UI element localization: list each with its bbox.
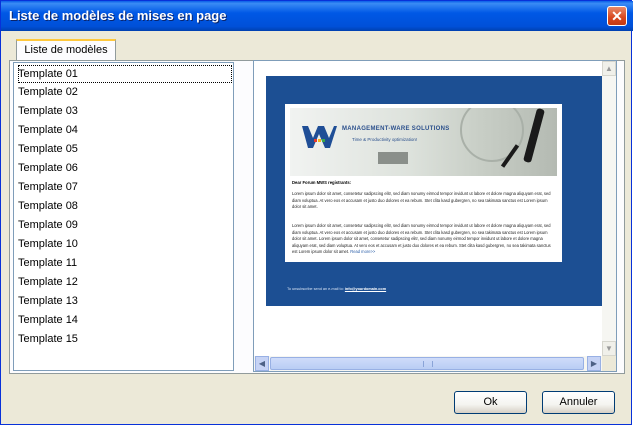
close-button[interactable]: ✕ [607,6,627,26]
list-item[interactable]: Template 10 [18,235,232,253]
arrow-up-icon: ▲ [605,64,613,73]
window-title: Liste de modèles de mises en page [9,8,227,23]
scrollbar-corner [602,356,616,371]
list-item[interactable]: Template 14 [18,311,232,329]
arrow-down-icon: ▼ [605,344,613,353]
logo-title: MANAGEMENT-WARE SOLUTIONS [342,126,450,132]
horizontal-scroll-thumb[interactable] [270,357,584,370]
scroll-right-button[interactable]: ▶ [587,356,601,371]
list-item[interactable]: Template 15 [18,330,232,348]
newsletter-footer: To unsubscribe send an e-mail to: info@y… [287,287,386,291]
list-item[interactable]: Template 01 [18,65,232,83]
logo-tagline: Time & Productivity optimization! [352,137,418,142]
cancel-button[interactable]: Annuler [542,391,615,414]
ok-button[interactable]: Ok [454,391,527,414]
businesswoman-image [523,108,545,164]
tab-template-list[interactable]: Liste de modèles [16,39,116,61]
close-icon: ✕ [611,8,623,24]
newsletter-paragraph-1: Lorem ipsum dolor sit amet, consetetur s… [292,191,551,210]
dialog-window: Liste de modèles de mises en page ✕ List… [0,0,633,425]
vertical-scrollbar[interactable]: ▲ ▼ [602,61,616,356]
list-item[interactable]: Template 04 [18,121,232,139]
list-item[interactable]: Template 11 [18,254,232,272]
laptop-image [378,152,408,164]
mws-logo-icon [302,126,337,148]
list-item[interactable]: Template 09 [18,216,232,234]
clock-image [460,108,524,162]
template-preview[interactable]: MANAGEMENT-WARE SOLUTIONS Time & Product… [253,60,617,372]
newsletter-paragraph-2-text: Lorem ipsum dolor sit amet, consetetur s… [292,223,551,255]
list-item[interactable]: Template 07 [18,178,232,196]
list-item[interactable]: Template 02 [18,83,232,101]
list-item[interactable]: Template 12 [18,273,232,291]
template-listbox[interactable]: Template 01 Template 02 Template 03 Temp… [13,62,234,371]
list-item[interactable]: Template 03 [18,102,232,120]
list-item[interactable]: Template 06 [18,159,232,177]
footer-text: To unsubscribe send an e-mail to: [287,287,344,291]
scroll-down-button[interactable]: ▼ [602,341,616,356]
arrow-right-icon: ▶ [590,359,598,368]
newsletter-banner: MANAGEMENT-WARE SOLUTIONS Time & Product… [290,108,557,176]
scroll-left-button[interactable]: ◀ [255,356,269,371]
newsletter-paragraph-2: Lorem ipsum dolor sit amet, consetetur s… [292,223,554,256]
list-item[interactable]: Template 08 [18,197,232,215]
title-bar[interactable]: Liste de modèles de mises en page ✕ [1,1,633,31]
scroll-up-button[interactable]: ▲ [602,61,616,76]
footer-email: info@yourdomain.com [344,287,387,291]
scroll-grip-icon [423,361,433,367]
horizontal-scrollbar[interactable]: ◀ ▶ [254,356,602,371]
list-item[interactable]: Template 05 [18,140,232,158]
arrow-left-icon: ◀ [258,359,266,368]
read-more-link: Read more>> [350,249,376,255]
list-item[interactable]: Template 13 [18,292,232,310]
newsletter-greeting: Dear Forum MWS registrants: [292,180,352,185]
